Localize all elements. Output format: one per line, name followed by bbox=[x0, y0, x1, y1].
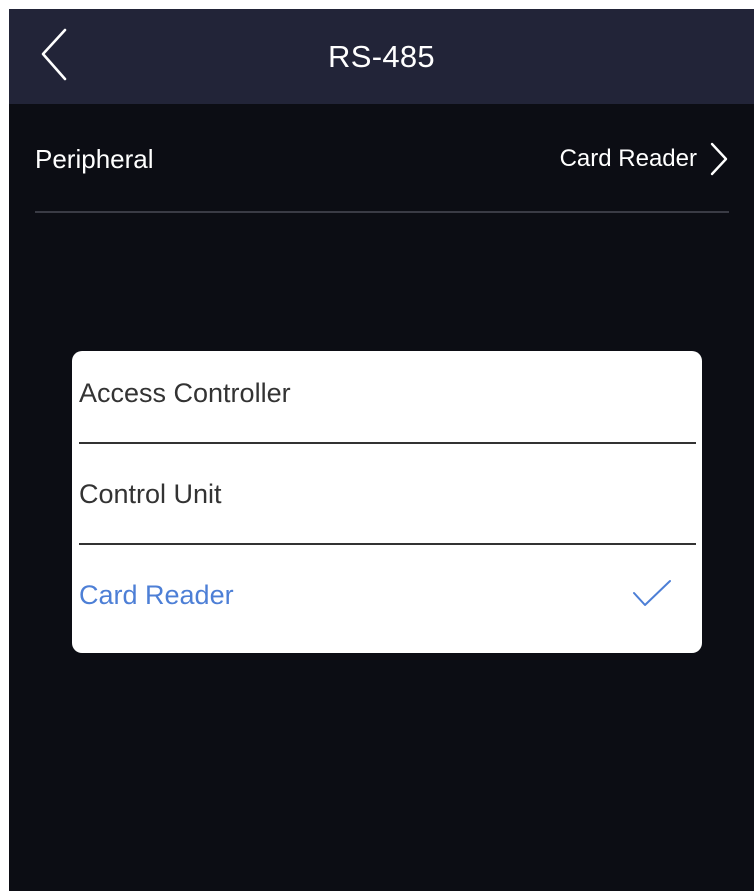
peripheral-value: Card Reader bbox=[559, 145, 697, 172]
back-button[interactable] bbox=[35, 27, 79, 85]
page-title: RS-485 bbox=[328, 39, 435, 74]
peripheral-row[interactable]: Peripheral Card Reader bbox=[35, 119, 729, 213]
header-bar: RS-485 bbox=[9, 9, 754, 104]
peripheral-label: Peripheral bbox=[35, 144, 154, 174]
option-control-unit[interactable]: Control Unit bbox=[79, 452, 696, 545]
option-card-reader[interactable]: Card Reader bbox=[79, 553, 696, 653]
option-label: Access Controller bbox=[79, 378, 291, 408]
checkmark-icon bbox=[632, 579, 672, 609]
screen: RS-485 Peripheral Card Reader Access Con… bbox=[9, 9, 754, 891]
option-label: Control Unit bbox=[79, 479, 222, 509]
peripheral-options-dialog: Access Controller Control Unit Card Read… bbox=[72, 351, 702, 653]
chevron-left-icon bbox=[41, 28, 67, 81]
chevron-right-icon bbox=[709, 142, 729, 176]
peripheral-value-group: Card Reader bbox=[560, 119, 729, 199]
option-access-controller[interactable]: Access Controller bbox=[79, 351, 696, 444]
option-label: Card Reader bbox=[79, 580, 234, 610]
